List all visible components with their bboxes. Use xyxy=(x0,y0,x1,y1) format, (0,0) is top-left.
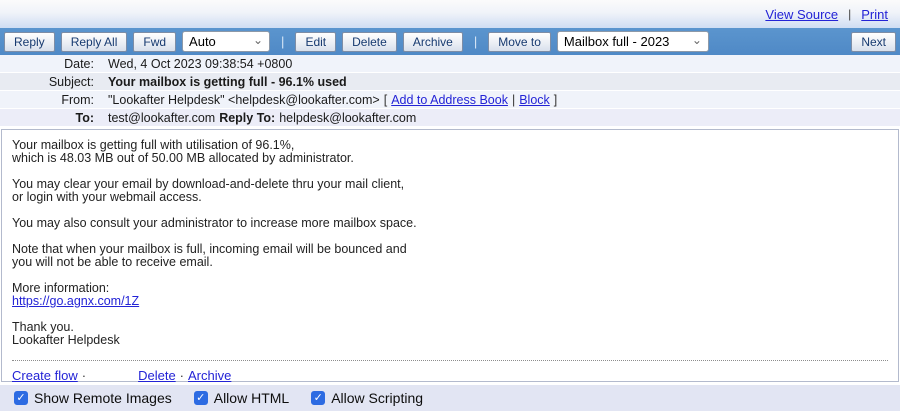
header-row-subject: Subject: Your mailbox is getting full - … xyxy=(0,73,900,91)
fwd-button[interactable]: Fwd xyxy=(133,32,176,52)
message-line: or login with your webmail access. xyxy=(12,191,888,204)
message-body-panel: Your mailbox is getting full with utilis… xyxy=(1,129,899,382)
message-paragraph: More information: https://go.agnx.com/1Z xyxy=(12,282,888,308)
archive-button[interactable]: Archive xyxy=(403,32,463,52)
from-value: "Lookafter Helpdesk" <helpdesk@lookafter… xyxy=(108,93,380,107)
message-paragraph: Note that when your mailbox is full, inc… xyxy=(12,243,888,269)
reply-button[interactable]: Reply xyxy=(4,32,55,52)
top-bar: View Source | Print xyxy=(0,0,900,28)
show-remote-images-label: Show Remote Images xyxy=(34,390,172,406)
show-remote-images-checkbox[interactable]: ✓ xyxy=(14,391,28,405)
from-links-separator: | xyxy=(512,93,515,107)
message-line: Lookafter Helpdesk xyxy=(12,334,888,347)
message-paragraph: You may also consult your administrator … xyxy=(12,217,888,230)
message-line: you will not be able to receive email. xyxy=(12,256,888,269)
allow-html-checkbox[interactable]: ✓ xyxy=(194,391,208,405)
more-info-link[interactable]: https://go.agnx.com/1Z xyxy=(12,294,139,308)
from-label: From: xyxy=(0,93,108,107)
toolbar-separator: | xyxy=(474,34,477,49)
allow-scripting-checkbox[interactable]: ✓ xyxy=(311,391,325,405)
header-row-date: Date: Wed, 4 Oct 2023 09:38:54 +0800 xyxy=(0,55,900,73)
delete-link[interactable]: Delete xyxy=(138,368,176,383)
print-link[interactable]: Print xyxy=(861,7,888,22)
allow-scripting-option[interactable]: ✓ Allow Scripting xyxy=(311,390,423,406)
date-value: Wed, 4 Oct 2023 09:38:54 +0800 xyxy=(108,57,292,71)
header-row-to: To: test@lookafter.com Reply To: helpdes… xyxy=(0,109,900,127)
dot-separator: · xyxy=(82,368,86,383)
next-button[interactable]: Next xyxy=(851,32,896,52)
message-line: You may also consult your administrator … xyxy=(12,217,888,230)
message-paragraph: You may clear your email by download-and… xyxy=(12,178,888,204)
reply-mode-select[interactable]: Auto ⌄ xyxy=(182,31,270,52)
reply-mode-selected-value: Auto xyxy=(189,34,216,49)
message-line: Thank you. xyxy=(12,321,888,334)
top-bar-separator: | xyxy=(848,7,851,21)
toolbar: Reply Reply All Fwd Auto ⌄ | Edit Delete… xyxy=(0,28,900,55)
allow-html-option[interactable]: ✓ Allow HTML xyxy=(194,390,289,406)
view-source-link[interactable]: View Source xyxy=(765,7,838,22)
date-label: Date: xyxy=(0,57,108,71)
bracket-open: [ xyxy=(384,93,387,107)
delete-button[interactable]: Delete xyxy=(342,32,397,52)
reply-all-button[interactable]: Reply All xyxy=(61,32,128,52)
edit-button[interactable]: Edit xyxy=(295,32,336,52)
more-info-label: More information: xyxy=(12,282,888,295)
mailbox-select[interactable]: Mailbox full - 2023 ⌄ xyxy=(557,31,709,52)
message-paragraph: Your mailbox is getting full with utilis… xyxy=(12,139,888,165)
message-headers: Date: Wed, 4 Oct 2023 09:38:54 +0800 Sub… xyxy=(0,55,900,127)
bracket-close: ] xyxy=(554,93,557,107)
move-to-button[interactable]: Move to xyxy=(488,32,551,52)
message-signature: Thank you. Lookafter Helpdesk xyxy=(12,321,888,347)
allow-scripting-label: Allow Scripting xyxy=(331,390,423,406)
add-to-address-book-link[interactable]: Add to Address Book xyxy=(391,93,508,107)
message-line: which is 48.03 MB out of 50.00 MB alloca… xyxy=(12,152,888,165)
reply-to-label: Reply To: xyxy=(219,111,275,125)
to-value: test@lookafter.com xyxy=(108,111,215,125)
header-row-from: From: "Lookafter Helpdesk" <helpdesk@loo… xyxy=(0,91,900,109)
subject-label: Subject: xyxy=(0,75,108,89)
to-label: To: xyxy=(0,111,108,125)
create-flow-link[interactable]: Create flow xyxy=(12,368,78,383)
block-link[interactable]: Block xyxy=(519,93,550,107)
archive-link[interactable]: Archive xyxy=(188,368,231,383)
allow-html-label: Allow HTML xyxy=(214,390,289,406)
subject-value: Your mailbox is getting full - 96.1% use… xyxy=(108,75,347,89)
dot-separator: · xyxy=(180,368,184,383)
show-remote-images-option[interactable]: ✓ Show Remote Images xyxy=(14,390,172,406)
reply-to-value: helpdesk@lookafter.com xyxy=(279,111,416,125)
content-options-bar: ✓ Show Remote Images ✓ Allow HTML ✓ Allo… xyxy=(0,385,900,411)
message-action-links: Create flow · Delete · Archive xyxy=(12,361,888,387)
toolbar-separator: | xyxy=(281,34,284,49)
mailbox-selected-value: Mailbox full - 2023 xyxy=(564,34,670,49)
